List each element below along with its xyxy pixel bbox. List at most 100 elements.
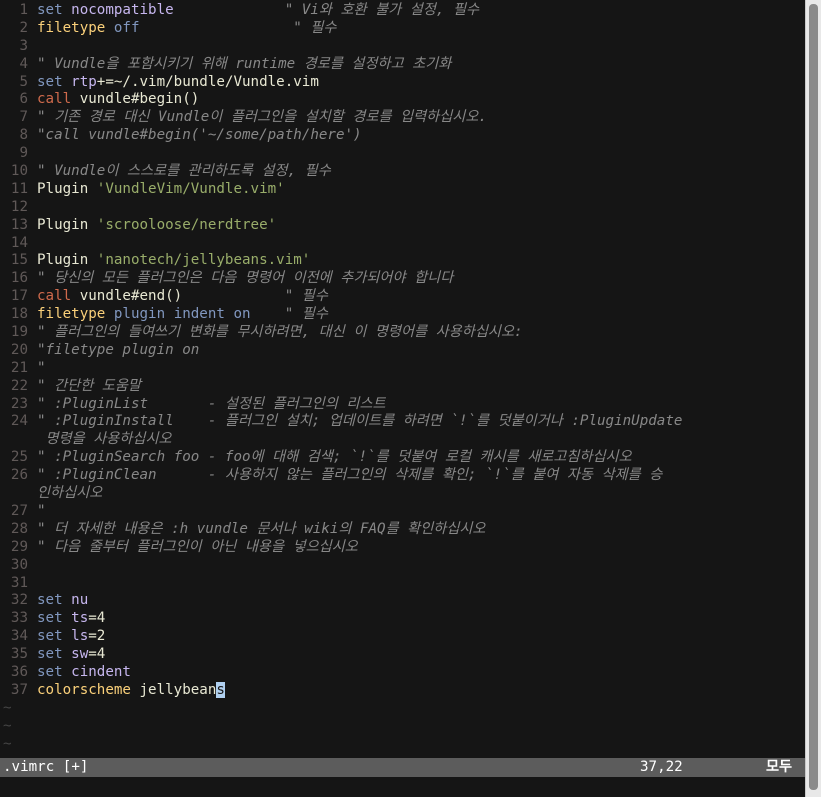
code-line[interactable]: 7 " 기존 경로 대신 Vundle이 플러그인을 설치할 경로를 입력하십시오… (0, 109, 805, 127)
code-token: " 다음 줄부터 플러그인이 아닌 내용을 넣으십시오 (37, 538, 358, 555)
code-token: " 더 자세한 내용은 :h vundle 문서나 wiki의 FAQ를 확인하… (37, 520, 486, 537)
code-line[interactable]: 21 " (0, 360, 805, 378)
code-line[interactable]: 14 (0, 235, 805, 253)
code-line[interactable]: 17 call vundle#end() " 필수 (0, 288, 805, 306)
code-token: " 필수 (284, 288, 328, 305)
code-line[interactable]: 34 set ls=2 (0, 628, 805, 646)
code-token: =4 (88, 646, 106, 663)
code-line[interactable]: 16 " 당신의 모든 플러그인은 다음 명령어 이전에 추가되어야 합니다 (0, 270, 805, 288)
code-line[interactable]: 26 " :PluginClean - 사용하지 않는 플러그인의 삭제를 확인;… (0, 467, 805, 485)
code-token: 인하십시오 (37, 485, 103, 502)
code-line[interactable]: 19 " 플러그인의 들여쓰기 변화를 무시하려면, 대신 이 명령어를 사용하십… (0, 324, 805, 342)
line-number: 27 (10, 502, 28, 519)
code-token: " 기존 경로 대신 Vundle이 플러그인을 설치할 경로를 입력하십시오. (37, 109, 487, 126)
empty-buffer-marker: ~ (3, 735, 12, 752)
code-line[interactable]: 명령을 사용하십시오 (0, 431, 805, 449)
line-number: 31 (10, 574, 28, 591)
line-number: 34 (10, 628, 28, 645)
code-line[interactable]: 2 filetype off " 필수 (0, 20, 805, 38)
code-token: " 당신의 모든 플러그인은 다음 명령어 이전에 추가되어야 합니다 (37, 270, 454, 287)
code-token: set (37, 628, 63, 645)
line-number: 2 (19, 19, 28, 36)
command-line[interactable] (0, 777, 805, 797)
code-token: =4 (88, 610, 106, 627)
code-token: " Vi와 호환 불가 설정, 필수 (284, 2, 480, 18)
code-token: "filetype plugin on (37, 341, 200, 358)
code-line[interactable]: 12 (0, 199, 805, 217)
code-token: " :PluginClean - 사용하지 않는 플러그인의 삭제를 확인; `… (37, 467, 663, 484)
line-number: 7 (19, 109, 28, 126)
line-number: 36 (10, 663, 28, 680)
code-token: Plugin (37, 216, 97, 233)
code-token: sw (71, 646, 89, 663)
code-line[interactable]: 24 " :PluginInstall - 플러그인 설치; 업데이트를 하려면 … (0, 413, 805, 431)
code-token: vundle#end() (71, 288, 183, 305)
code-token: 'nanotech/jellybeans.vim' (96, 252, 311, 269)
code-line[interactable]: 27 " (0, 503, 805, 521)
code-line[interactable]: 31 (0, 575, 805, 593)
code-line[interactable]: 9 (0, 145, 805, 163)
text-buffer[interactable]: 1 set nocompatible " Vi와 호환 불가 설정, 필수 2 fil… (0, 2, 805, 753)
line-number: 16 (10, 270, 28, 287)
line-number: 18 (10, 306, 28, 323)
line-number: 15 (10, 252, 28, 269)
code-line[interactable]: 23 " :PluginList - 설정된 플러그인의 리스트 (0, 396, 805, 414)
code-line[interactable]: 11 Plugin 'VundleVim/Vundle.vim' (0, 181, 805, 199)
code-token: " 간단한 도움말 (37, 377, 141, 394)
scrollbar-thumb[interactable] (809, 4, 818, 790)
code-line[interactable]: 20 "filetype plugin on (0, 342, 805, 360)
code-line[interactable]: 8 "call vundle#begin('~/some/path/here') (0, 127, 805, 145)
code-line[interactable]: 1 set nocompatible " Vi와 호환 불가 설정, 필수 (0, 2, 805, 20)
code-line[interactable]: 4 " Vundle을 포함시키기 위해 runtime 경로를 설정하고 초기화 (0, 56, 805, 74)
code-line[interactable]: 30 (0, 557, 805, 575)
line-number: 24 (10, 413, 28, 430)
code-line[interactable]: 10 " Vundle이 스스로를 관리하도록 설정, 필수 (0, 163, 805, 181)
code-line[interactable]: 15 Plugin 'nanotech/jellybeans.vim' (0, 252, 805, 270)
code-line[interactable]: 35 set sw=4 (0, 646, 805, 664)
code-token: " (37, 502, 46, 519)
code-line[interactable]: 13 Plugin 'scrooloose/nerdtree' (0, 217, 805, 235)
code-line[interactable]: 25 " :PluginSearch foo - foo에 대해 검색; `!`를… (0, 449, 805, 467)
code-token: rtp (71, 73, 97, 90)
code-line[interactable]: 18 filetype plugin indent on " 필수 (0, 306, 805, 324)
line-number: 12 (10, 198, 28, 215)
code-token: plugin (113, 306, 166, 323)
code-line[interactable]: 29 " 다음 줄부터 플러그인이 아닌 내용을 넣으십시오 (0, 539, 805, 557)
code-line[interactable]: 28 " 더 자세한 내용은 :h vundle 문서나 wiki의 FAQ를 확… (0, 521, 805, 539)
status-filename: .vimrc [+] (3, 759, 89, 775)
code-line[interactable]: 22 " 간단한 도움말 (0, 378, 805, 396)
code-token: nocompatible (71, 2, 174, 18)
line-number: 10 (10, 163, 28, 180)
line-number: 32 (10, 592, 28, 609)
code-line[interactable]: 36 set cindent (0, 664, 805, 682)
code-token: 명령을 사용하십시오 (37, 431, 172, 448)
code-line[interactable]: 인하십시오 (0, 485, 805, 503)
line-number: 22 (10, 377, 28, 394)
line-number: 8 (19, 127, 28, 144)
line-number: 19 (10, 324, 28, 341)
code-line[interactable]: 32 set nu (0, 592, 805, 610)
code-line[interactable]: 3 (0, 38, 805, 56)
code-line[interactable]: 33 set ts=4 (0, 610, 805, 628)
code-line[interactable]: 5 set rtp+=~/.vim/bundle/Vundle.vim (0, 74, 805, 92)
code-line[interactable]: 37 colorscheme jellybeans (0, 681, 805, 700)
line-number: 20 (10, 341, 28, 358)
line-number: 28 (10, 520, 28, 537)
line-number: 11 (10, 180, 28, 197)
code-token: " 필수 (293, 19, 337, 36)
status-scroll-percent: 모두 (766, 759, 793, 775)
code-token: set (37, 592, 63, 609)
code-line[interactable]: 6 call vundle#begin() (0, 91, 805, 109)
code-token: " 플러그인의 들여쓰기 변화를 무시하려면, 대신 이 명령어를 사용하십시오… (37, 324, 523, 341)
line-number: 33 (10, 610, 28, 627)
vertical-scrollbar[interactable] (805, 0, 821, 797)
code-token: Plugin (37, 180, 97, 197)
vim-editor[interactable]: 1 set nocompatible " Vi와 호환 불가 설정, 필수 2 fil… (0, 0, 805, 797)
